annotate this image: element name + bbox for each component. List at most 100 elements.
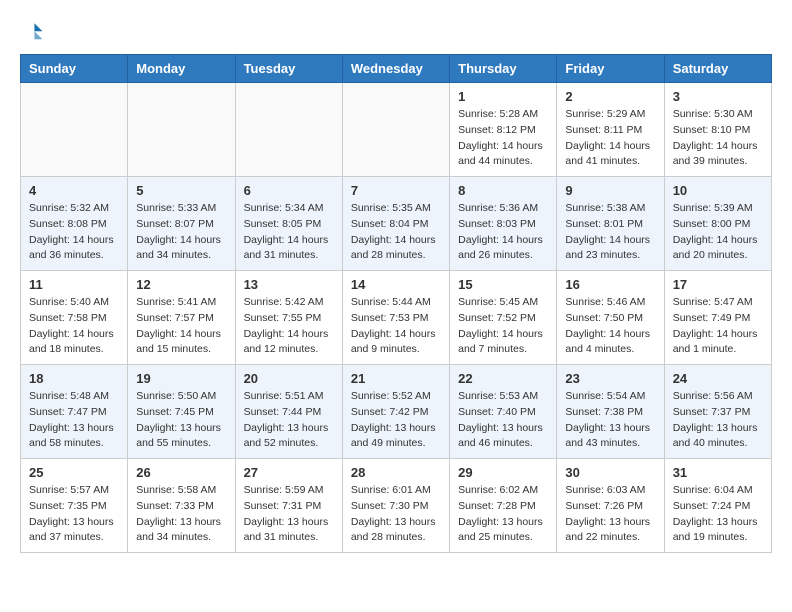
calendar-day: 31Sunrise: 6:04 AMSunset: 7:24 PMDayligh… (664, 459, 771, 553)
day-number: 26 (136, 465, 226, 480)
day-number: 11 (29, 277, 119, 292)
day-info: Sunrise: 5:40 AMSunset: 7:58 PMDaylight:… (29, 295, 119, 358)
calendar-day: 11 Sunrise: 5:40 AMSunset: 7:58 PMDayligh… (21, 271, 128, 365)
day-number: 13 (244, 277, 334, 292)
day-info: Sunrise: 5:45 AMSunset: 7:52 PMDaylight:… (458, 295, 548, 358)
day-info: Sunrise: 5:57 AMSunset: 7:35 PMDaylight:… (29, 483, 119, 546)
day-info: Sunrise: 5:51 AMSunset: 7:44 PMDaylight:… (244, 389, 334, 452)
weekday-header: Thursday (450, 55, 557, 83)
calendar-week-row: 4 Sunrise: 5:32 AMSunset: 8:08 PMDaylight… (21, 177, 772, 271)
calendar-day: 5 Sunrise: 5:33 AMSunset: 8:07 PMDaylight… (128, 177, 235, 271)
day-info: Sunrise: 5:46 AMSunset: 7:50 PMDaylight:… (565, 295, 655, 358)
day-number: 15 (458, 277, 548, 292)
day-number: 12 (136, 277, 226, 292)
day-info: Sunrise: 5:30 AMSunset: 8:10 PMDaylight:… (673, 107, 763, 170)
calendar-day: 12 Sunrise: 5:41 AMSunset: 7:57 PMDayligh… (128, 271, 235, 365)
day-number: 23 (565, 371, 655, 386)
day-number: 2 (565, 89, 655, 104)
day-number: 27 (244, 465, 334, 480)
day-number: 3 (673, 89, 763, 104)
day-number: 18 (29, 371, 119, 386)
day-info: Sunrise: 5:47 AMSunset: 7:49 PMDaylight:… (673, 295, 763, 358)
calendar-day: 2 Sunrise: 5:29 AMSunset: 8:11 PMDaylight… (557, 83, 664, 177)
calendar-day: 24 Sunrise: 5:56 AMSunset: 7:37 PMDayligh… (664, 365, 771, 459)
day-number: 20 (244, 371, 334, 386)
calendar-day: 13 Sunrise: 5:42 AMSunset: 7:55 PMDayligh… (235, 271, 342, 365)
calendar-week-row: 1Sunrise: 5:28 AMSunset: 8:12 PMDaylight… (21, 83, 772, 177)
weekday-header: Monday (128, 55, 235, 83)
day-number: 25 (29, 465, 119, 480)
calendar-day: 6 Sunrise: 5:34 AMSunset: 8:05 PMDaylight… (235, 177, 342, 271)
calendar-day: 27 Sunrise: 5:59 AMSunset: 7:31 PMDayligh… (235, 459, 342, 553)
calendar-day: 21Sunrise: 5:52 AMSunset: 7:42 PMDayligh… (342, 365, 449, 459)
weekday-header: Tuesday (235, 55, 342, 83)
calendar-day: 7 Sunrise: 5:35 AMSunset: 8:04 PMDaylight… (342, 177, 449, 271)
day-info: Sunrise: 5:36 AMSunset: 8:03 PMDaylight:… (458, 201, 548, 264)
calendar-week-row: 11 Sunrise: 5:40 AMSunset: 7:58 PMDayligh… (21, 271, 772, 365)
calendar-day: 18 Sunrise: 5:48 AMSunset: 7:47 PMDayligh… (21, 365, 128, 459)
day-number: 6 (244, 183, 334, 198)
day-number: 21 (351, 371, 441, 386)
day-info: Sunrise: 5:41 AMSunset: 7:57 PMDaylight:… (136, 295, 226, 358)
calendar-day: 15 Sunrise: 5:45 AMSunset: 7:52 PMDayligh… (450, 271, 557, 365)
logo (20, 20, 48, 44)
calendar-day: 22 Sunrise: 5:53 AMSunset: 7:40 PMDayligh… (450, 365, 557, 459)
page-header (20, 20, 772, 44)
calendar-day: 1Sunrise: 5:28 AMSunset: 8:12 PMDaylight… (450, 83, 557, 177)
calendar-day: 20 Sunrise: 5:51 AMSunset: 7:44 PMDayligh… (235, 365, 342, 459)
day-info: Sunrise: 6:02 AMSunset: 7:28 PMDaylight:… (458, 483, 548, 546)
day-info: Sunrise: 5:48 AMSunset: 7:47 PMDaylight:… (29, 389, 119, 452)
day-info: Sunrise: 6:04 AMSunset: 7:24 PMDaylight:… (673, 483, 763, 546)
calendar-day: 9Sunrise: 5:38 AMSunset: 8:01 PMDaylight… (557, 177, 664, 271)
day-number: 30 (565, 465, 655, 480)
calendar-header-row: SundayMondayTuesdayWednesdayThursdayFrid… (21, 55, 772, 83)
calendar-day: 3 Sunrise: 5:30 AMSunset: 8:10 PMDaylight… (664, 83, 771, 177)
day-info: Sunrise: 5:42 AMSunset: 7:55 PMDaylight:… (244, 295, 334, 358)
day-info: Sunrise: 5:58 AMSunset: 7:33 PMDaylight:… (136, 483, 226, 546)
calendar-day: 23Sunrise: 5:54 AMSunset: 7:38 PMDayligh… (557, 365, 664, 459)
day-number: 8 (458, 183, 548, 198)
day-info: Sunrise: 5:33 AMSunset: 8:07 PMDaylight:… (136, 201, 226, 264)
day-number: 22 (458, 371, 548, 386)
day-info: Sunrise: 5:39 AMSunset: 8:00 PMDaylight:… (673, 201, 763, 264)
calendar-week-row: 25 Sunrise: 5:57 AMSunset: 7:35 PMDayligh… (21, 459, 772, 553)
day-info: Sunrise: 5:29 AMSunset: 8:11 PMDaylight:… (565, 107, 655, 170)
day-info: Sunrise: 5:35 AMSunset: 8:04 PMDaylight:… (351, 201, 441, 264)
day-number: 7 (351, 183, 441, 198)
calendar-day: 26 Sunrise: 5:58 AMSunset: 7:33 PMDayligh… (128, 459, 235, 553)
calendar-empty (342, 83, 449, 177)
calendar-day: 29Sunrise: 6:02 AMSunset: 7:28 PMDayligh… (450, 459, 557, 553)
calendar-week-row: 18 Sunrise: 5:48 AMSunset: 7:47 PMDayligh… (21, 365, 772, 459)
day-number: 10 (673, 183, 763, 198)
day-number: 16 (565, 277, 655, 292)
calendar-day: 30 Sunrise: 6:03 AMSunset: 7:26 PMDayligh… (557, 459, 664, 553)
day-info: Sunrise: 5:53 AMSunset: 7:40 PMDaylight:… (458, 389, 548, 452)
calendar-day: 10 Sunrise: 5:39 AMSunset: 8:00 PMDayligh… (664, 177, 771, 271)
day-info: Sunrise: 5:38 AMSunset: 8:01 PMDaylight:… (565, 201, 655, 264)
calendar-empty (128, 83, 235, 177)
day-info: Sunrise: 5:44 AMSunset: 7:53 PMDaylight:… (351, 295, 441, 358)
day-number: 28 (351, 465, 441, 480)
day-info: Sunrise: 5:28 AMSunset: 8:12 PMDaylight:… (458, 107, 548, 170)
day-info: Sunrise: 6:01 AMSunset: 7:30 PMDaylight:… (351, 483, 441, 546)
day-number: 19 (136, 371, 226, 386)
weekday-header: Wednesday (342, 55, 449, 83)
calendar-day: 14Sunrise: 5:44 AMSunset: 7:53 PMDayligh… (342, 271, 449, 365)
day-number: 5 (136, 183, 226, 198)
day-number: 17 (673, 277, 763, 292)
day-number: 4 (29, 183, 119, 198)
calendar-day: 8 Sunrise: 5:36 AMSunset: 8:03 PMDaylight… (450, 177, 557, 271)
day-info: Sunrise: 6:03 AMSunset: 7:26 PMDaylight:… (565, 483, 655, 546)
calendar-day: 25 Sunrise: 5:57 AMSunset: 7:35 PMDayligh… (21, 459, 128, 553)
weekday-header: Sunday (21, 55, 128, 83)
weekday-header: Saturday (664, 55, 771, 83)
day-info: Sunrise: 5:56 AMSunset: 7:37 PMDaylight:… (673, 389, 763, 452)
logo-icon (20, 20, 44, 44)
day-number: 24 (673, 371, 763, 386)
day-info: Sunrise: 5:34 AMSunset: 8:05 PMDaylight:… (244, 201, 334, 264)
day-info: Sunrise: 5:59 AMSunset: 7:31 PMDaylight:… (244, 483, 334, 546)
day-info: Sunrise: 5:50 AMSunset: 7:45 PMDaylight:… (136, 389, 226, 452)
calendar-day: 28 Sunrise: 6:01 AMSunset: 7:30 PMDayligh… (342, 459, 449, 553)
calendar-day: 17 Sunrise: 5:47 AMSunset: 7:49 PMDayligh… (664, 271, 771, 365)
day-info: Sunrise: 5:32 AMSunset: 8:08 PMDaylight:… (29, 201, 119, 264)
